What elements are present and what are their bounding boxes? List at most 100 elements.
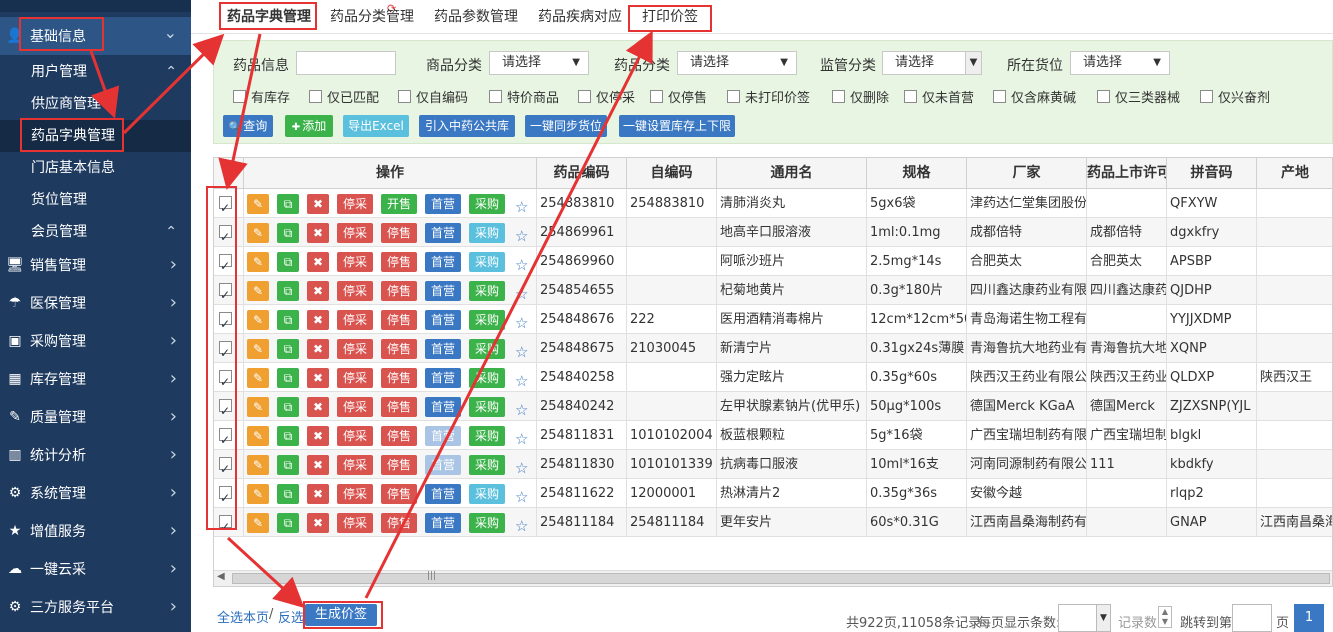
- goods-category-select[interactable]: 请选择 ▼: [489, 51, 589, 75]
- checkbox[interactable]: [1097, 89, 1110, 103]
- stop-buy-button[interactable]: 停采: [337, 281, 373, 301]
- sidebar-group-1[interactable]: 🖥 销售管理 ›: [0, 246, 191, 284]
- tab-drug-params[interactable]: 药品参数管理: [434, 0, 518, 34]
- stop-buy-button[interactable]: 停采: [337, 339, 373, 359]
- tab-drug-category[interactable]: 药品分类管理: [330, 0, 414, 34]
- export-excel-button[interactable]: 导出Excel: [343, 115, 409, 137]
- sell-toggle-button[interactable]: 停售: [381, 397, 417, 417]
- sidebar-group-6[interactable]: ▥ 统计分析 ›: [0, 436, 191, 474]
- first-camp-button[interactable]: 首营: [425, 194, 461, 214]
- first-camp-button[interactable]: 首营: [425, 426, 461, 446]
- sell-toggle-button[interactable]: 停售: [381, 339, 417, 359]
- favorite-star-icon[interactable]: ☆: [515, 251, 528, 276]
- sidebar-group-5[interactable]: ✎ 质量管理 ›: [0, 398, 191, 436]
- filter-checkbox-7[interactable]: 仅删除: [832, 87, 889, 106]
- sell-toggle-button[interactable]: 停售: [381, 455, 417, 475]
- checkbox[interactable]: [650, 89, 663, 103]
- stop-buy-button[interactable]: 停采: [337, 252, 373, 272]
- sell-toggle-button[interactable]: 停售: [381, 310, 417, 330]
- sidebar-item-0[interactable]: 用户管理 ⌃: [0, 56, 191, 88]
- purchase-button[interactable]: 采购: [469, 484, 505, 504]
- select-page-link[interactable]: 全选本页: [217, 607, 269, 626]
- favorite-star-icon[interactable]: ☆: [515, 309, 528, 334]
- stop-buy-button[interactable]: 停采: [337, 310, 373, 330]
- copy-icon[interactable]: ⧉: [277, 339, 299, 359]
- jump-page-input[interactable]: [1232, 604, 1272, 632]
- checkbox[interactable]: [398, 89, 411, 103]
- copy-icon[interactable]: ⧉: [277, 194, 299, 214]
- stop-buy-button[interactable]: 停采: [337, 513, 373, 533]
- first-camp-button[interactable]: 首营: [425, 455, 461, 475]
- copy-icon[interactable]: ⧉: [277, 484, 299, 504]
- add-button[interactable]: ✚ 添加: [285, 115, 333, 137]
- copy-icon[interactable]: ⧉: [277, 310, 299, 330]
- copy-icon[interactable]: ⧉: [277, 252, 299, 272]
- edit-icon[interactable]: ✎: [247, 223, 269, 243]
- delete-icon[interactable]: ✖: [307, 252, 329, 272]
- first-camp-button[interactable]: 首营: [425, 310, 461, 330]
- first-camp-button[interactable]: 首营: [425, 368, 461, 388]
- checkbox[interactable]: [993, 89, 1006, 103]
- checkbox[interactable]: [904, 89, 917, 103]
- copy-icon[interactable]: ⧉: [277, 223, 299, 243]
- sidebar-group-8[interactable]: ★ 增值服务 ›: [0, 512, 191, 550]
- favorite-star-icon[interactable]: ☆: [515, 367, 528, 392]
- stop-buy-button[interactable]: 停采: [337, 368, 373, 388]
- copy-icon[interactable]: ⧉: [277, 281, 299, 301]
- sell-toggle-button[interactable]: 停售: [381, 281, 417, 301]
- filter-checkbox-6[interactable]: 未打印价签: [727, 87, 810, 106]
- sell-toggle-button[interactable]: 停售: [381, 368, 417, 388]
- delete-icon[interactable]: ✖: [307, 513, 329, 533]
- copy-icon[interactable]: ⧉: [277, 368, 299, 388]
- favorite-star-icon[interactable]: ☆: [515, 193, 528, 218]
- purchase-button[interactable]: 采购: [469, 426, 505, 446]
- favorite-star-icon[interactable]: ☆: [515, 396, 528, 421]
- checkbox[interactable]: [489, 89, 502, 103]
- purchase-button[interactable]: 采购: [469, 252, 505, 272]
- filter-checkbox-2[interactable]: 仅自编码: [398, 87, 468, 106]
- sidebar-item-1[interactable]: 供应商管理: [0, 88, 191, 120]
- sell-toggle-button[interactable]: 停售: [381, 426, 417, 446]
- drug-info-input[interactable]: [296, 51, 396, 75]
- copy-icon[interactable]: ⧉: [277, 455, 299, 475]
- edit-icon[interactable]: ✎: [247, 368, 269, 388]
- delete-icon[interactable]: ✖: [307, 368, 329, 388]
- edit-icon[interactable]: ✎: [247, 281, 269, 301]
- page-1-button[interactable]: 1: [1294, 604, 1324, 632]
- purchase-button[interactable]: 采购: [469, 281, 505, 301]
- sidebar-group-9[interactable]: ☁ 一键云采 ›: [0, 550, 191, 588]
- edit-icon[interactable]: ✎: [247, 426, 269, 446]
- purchase-button[interactable]: 采购: [469, 310, 505, 330]
- edit-icon[interactable]: ✎: [247, 339, 269, 359]
- filter-checkbox-4[interactable]: 仅停采: [578, 87, 635, 106]
- favorite-star-icon[interactable]: ☆: [515, 512, 528, 537]
- sidebar-group-4[interactable]: ▦ 库存管理 ›: [0, 360, 191, 398]
- copy-icon[interactable]: ⧉: [277, 397, 299, 417]
- first-camp-button[interactable]: 首营: [425, 281, 461, 301]
- filter-checkbox-1[interactable]: 仅已匹配: [309, 87, 379, 106]
- delete-icon[interactable]: ✖: [307, 339, 329, 359]
- edit-icon[interactable]: ✎: [247, 310, 269, 330]
- first-camp-button[interactable]: 首营: [425, 513, 461, 533]
- filter-checkbox-0[interactable]: 有库存: [233, 87, 290, 106]
- edit-icon[interactable]: ✎: [247, 252, 269, 272]
- checkbox[interactable]: [233, 89, 246, 103]
- filter-checkbox-9[interactable]: 仅含麻黄碱: [993, 87, 1076, 106]
- edit-icon[interactable]: ✎: [247, 455, 269, 475]
- sell-toggle-button[interactable]: 开售: [381, 194, 417, 214]
- sidebar-item-4[interactable]: 货位管理: [0, 184, 191, 216]
- checkbox[interactable]: [832, 89, 845, 103]
- sidebar-group-2[interactable]: ☂ 医保管理 ›: [0, 284, 191, 322]
- sync-location-button[interactable]: 一键同步货位: [525, 115, 607, 137]
- delete-icon[interactable]: ✖: [307, 397, 329, 417]
- filter-checkbox-3[interactable]: 特价商品: [489, 87, 559, 106]
- header-settings[interactable]: ⚙: [214, 158, 244, 189]
- scroll-left-icon[interactable]: ◀: [217, 571, 225, 582]
- checkbox[interactable]: [578, 89, 591, 103]
- favorite-star-icon[interactable]: ☆: [515, 222, 528, 247]
- invert-select-link[interactable]: 反选: [278, 607, 304, 626]
- delete-icon[interactable]: ✖: [307, 484, 329, 504]
- stop-buy-button[interactable]: 停采: [337, 397, 373, 417]
- purchase-button[interactable]: 采购: [469, 513, 505, 533]
- sell-toggle-button[interactable]: 停售: [381, 484, 417, 504]
